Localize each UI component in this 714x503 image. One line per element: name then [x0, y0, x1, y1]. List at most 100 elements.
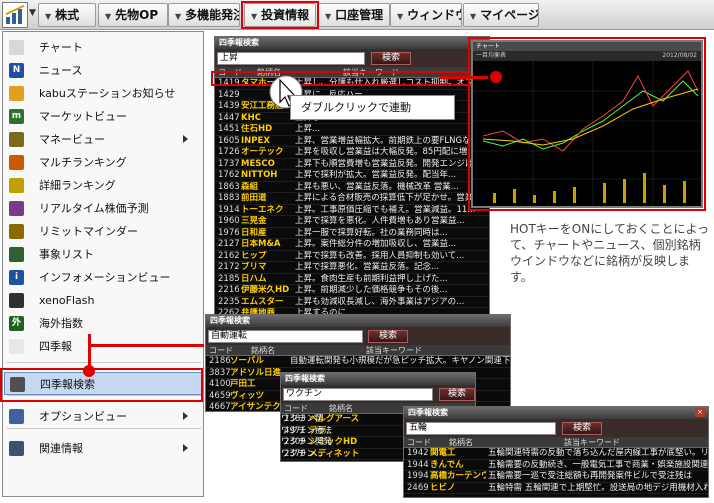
- menu-stocks[interactable]: ▼ 株式: [38, 3, 96, 27]
- menu-window[interactable]: ▼ ウィンドウ: [390, 3, 462, 27]
- menu-item[interactable]: オプションビュー: [4, 405, 202, 428]
- table-row[interactable]: 1976 日和産 上昇一服で採算好転。社の業務同時は...: [215, 227, 489, 239]
- menu-item-label: xenoFlash: [39, 294, 95, 307]
- connector-dot: [490, 71, 502, 83]
- menu-item[interactable]: i インフォメーションビュー: [4, 266, 202, 289]
- logo-dropdown-icon[interactable]: ▼: [29, 8, 36, 18]
- menu-item[interactable]: m マーケットビュー: [4, 105, 202, 128]
- menu-item-label: マネービュー: [39, 133, 105, 146]
- main-toolbar: ▼ ▼ 株式 ▼ 先物OP ▼ 多機能発注 ▼ 投資情報 ▼ 口座管理 ▼ ウィンドウ ▼ マ…: [0, 0, 714, 30]
- detail-ranking-icon: [9, 178, 24, 193]
- table-row[interactable]: 1863 森組 上昇も悪い、営業益反落。機械改革 営業...: [215, 181, 489, 193]
- menu-item-label: リアルタイム株価予測: [39, 202, 149, 215]
- menu-item[interactable]: マネービュー: [4, 128, 202, 151]
- stock-name: 日和産: [241, 227, 267, 238]
- table-row[interactable]: 1994高橋カーテンウォール五輪需要一巡で受注総額も再開発案件ビルで受注残は: [404, 471, 708, 483]
- stock-code: 2127: [218, 239, 240, 249]
- submenu-arrow-icon: [183, 444, 188, 452]
- menu-item[interactable]: リミットマインダー: [4, 220, 202, 243]
- dropdown-arrow-icon: ▼: [175, 12, 182, 21]
- menu-item-label: インフォメーションビュー: [39, 271, 171, 284]
- menu-item[interactable]: 詳細ランキング: [4, 174, 202, 197]
- search-button[interactable]: 検索: [371, 52, 411, 65]
- table-row[interactable]: 2185 日ハム 上昇。食肉生産も前期利益押し上げた...: [215, 273, 489, 285]
- double-click-tooltip: ダブルクリックで連動: [290, 95, 455, 120]
- dropdown-arrow-icon: ▼: [45, 12, 52, 21]
- stock-code: 2186: [209, 356, 231, 366]
- keyword-text: 上昇。工事原価圧縮でも補え。営業減益。11...: [295, 204, 476, 215]
- table-row[interactable]: 2127 日本M&A 上昇。案件総分件の増加吸収し、営業益...: [215, 239, 489, 251]
- menu-item[interactable]: 事象リスト: [4, 243, 202, 266]
- table-row[interactable]: 1914 トーエネク 上昇。工事原価圧縮でも補え。営業減益。11...: [215, 204, 489, 216]
- table-row[interactable]: 2186ソーバル 自動運転関発も小規模だが急ピッチ拡大。キヤノン関連下げ止ま: [206, 356, 510, 368]
- window-title: 四季報検索: [281, 373, 475, 385]
- keyword-text: 上昇...: [295, 124, 321, 134]
- menu-account[interactable]: ▼ 口座管理: [318, 3, 390, 27]
- table-row[interactable]: 1942 関電工 五輪関連特需の反動で落ち込んだ屋内線工事が底堅い。リニュ: [404, 448, 708, 460]
- search-button[interactable]: 検索: [439, 388, 475, 401]
- search-input[interactable]: ワクチン: [283, 388, 433, 401]
- stock-code: 3837: [209, 367, 231, 378]
- menu-item-label: オプションビュー: [39, 410, 127, 423]
- dropdown-arrow-icon: ▼: [325, 12, 332, 21]
- dropdown-arrow-icon: ▼: [470, 12, 477, 21]
- table-row[interactable]: 1762 NITTOH 上昇で採利が拡大。営業益反発。配当年...: [215, 170, 489, 182]
- keyword-text: 五輪需要一巡で受注総額も再開発案件ビルで受注残は: [488, 471, 693, 481]
- envelope-icon: [9, 86, 24, 101]
- search-button[interactable]: 検索: [562, 422, 602, 435]
- news-icon: N: [9, 63, 24, 78]
- menu-item-label: リミットマインダー: [39, 225, 138, 238]
- submenu-arrow-icon: [183, 135, 188, 143]
- menu-item[interactable]: リアルタイム株価予測: [4, 197, 202, 220]
- table-row[interactable]: 2469 ヒビノ 五輪特需 五輪関連で上期堅忙。設送局の地デジ用機材入れ: [404, 483, 708, 494]
- stock-name: MESCO: [241, 158, 275, 169]
- menu-futures-options[interactable]: ▼ 先物OP: [98, 3, 168, 27]
- stock-code: 1737: [218, 158, 240, 169]
- keyword-text: 上昇。食肉生産も前期利益押し上げた...: [295, 273, 448, 284]
- keyword-text: 上昇下も順営費増も営業益反発。開発エンジは...: [295, 158, 482, 169]
- app-logo-icon[interactable]: [2, 2, 28, 28]
- realtime-prediction-icon: [9, 201, 24, 216]
- search-input[interactable]: 五輪: [406, 422, 556, 435]
- stock-code: 1960: [218, 216, 240, 226]
- close-icon[interactable]: ×: [695, 408, 705, 417]
- keyword-text: ワクチン開発: [281, 437, 333, 447]
- table-row[interactable]: 2162 ヒップ 上昇で採算も改善。採用人員抑制も効いて...: [215, 250, 489, 262]
- search-button[interactable]: 検索: [368, 330, 408, 343]
- table-row[interactable]: 1960 三晃金 上昇で採算を悪化。人件費増もあり営業益...: [215, 216, 489, 228]
- menu-item-label: 詳細ランキング: [39, 179, 116, 192]
- stock-name: ヒップ: [241, 250, 267, 261]
- menu-item-label: マーケットビュー: [39, 110, 127, 123]
- search-input[interactable]: 上昇: [217, 52, 365, 65]
- table-row[interactable]: 1605 INPEX 上昇、営業増益幅拡大。前期鉄上の要FLNGなどの大...: [215, 136, 489, 147]
- stock-name: KHC: [241, 112, 261, 123]
- table-row[interactable]: 1737 MESCO 上昇下も順営費増も営業益反発。開発エンジは...: [215, 158, 489, 170]
- connector-line: [88, 344, 204, 347]
- highlight-chart: [468, 37, 706, 211]
- stock-code: 2216: [218, 285, 240, 295]
- limit-minder-icon: [9, 224, 24, 239]
- menu-item[interactable]: N ニュース: [4, 59, 202, 82]
- table-row[interactable]: 2235 エムスター 上昇も効減収長減し、海外事業はアジアの...: [215, 297, 489, 308]
- menu-item[interactable]: チャート: [4, 36, 202, 59]
- stock-code: 2185: [218, 273, 240, 284]
- menu-item[interactable]: マルチランキング: [4, 151, 202, 174]
- menu-item[interactable]: xenoFlash: [4, 289, 202, 312]
- menu-multi-order[interactable]: ▼ 多機能発注: [168, 3, 240, 27]
- stock-code: 4659: [209, 390, 231, 401]
- table-row[interactable]: 1451 住石HD 上昇...: [215, 124, 489, 136]
- menu-item[interactable]: 関連情報: [4, 437, 202, 460]
- stock-code: 1914: [218, 204, 240, 215]
- table-row[interactable]: 1944 きんでん 五輪需要の反動続き、一般電気工事で商業・娯楽施設関連: [404, 460, 708, 471]
- menu-item[interactable]: 外 海外指数: [4, 312, 202, 335]
- table-row[interactable]: 1726 オーテック 上昇を吸収し営業益は大幅反発。85円配に増...: [215, 147, 489, 159]
- table-row[interactable]: 2172 ブリマ 上昇で採算悪化。営業益反落。記念...: [215, 262, 489, 274]
- menu-my-page[interactable]: ▼ マイページ: [463, 3, 539, 27]
- hotkey-note: HOTキーをONにしておくことによって、チャートやニュース、個別銘柄ウインドウな…: [510, 222, 710, 284]
- stock-name: トーエネク: [241, 204, 284, 215]
- stock-name: 森組: [241, 181, 259, 192]
- search-input[interactable]: 自動運転: [208, 330, 363, 343]
- menu-item[interactable]: kabuステーションお知らせ: [4, 82, 202, 105]
- table-row[interactable]: 2216 伊藤米久HD 上昇。前期減少した価格競争もその後...: [215, 285, 489, 297]
- table-row[interactable]: 1883 前田道 上昇による合材販売の採算低下が足かせ。営業...: [215, 193, 489, 205]
